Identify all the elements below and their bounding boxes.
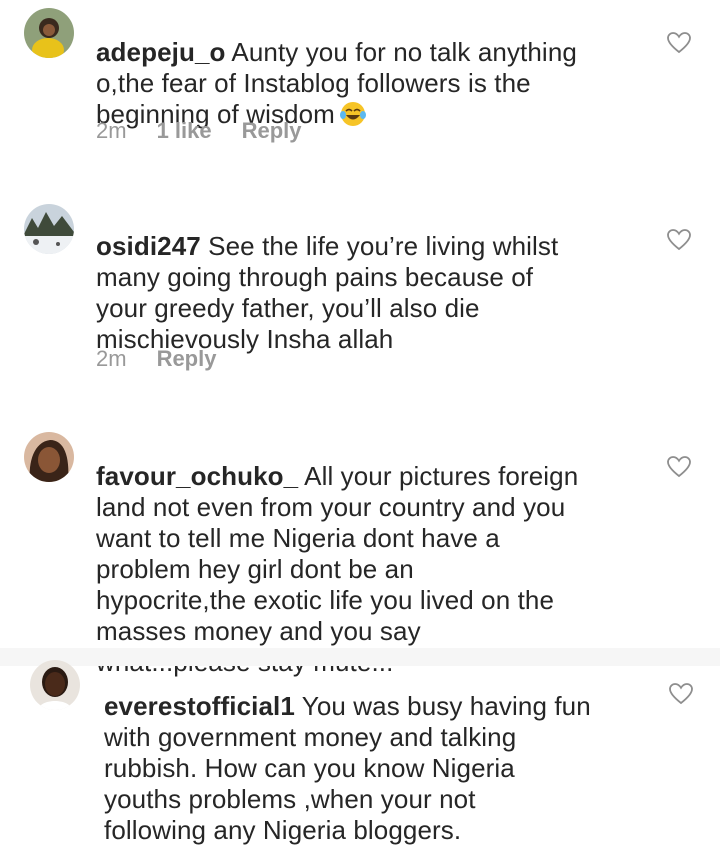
comment-item: osidi247 See the life you’re living whil…: [0, 200, 720, 390]
comment-meta: 2m Reply: [96, 346, 246, 372]
avatar[interactable]: [24, 432, 74, 482]
comment-username[interactable]: favour_ochuko_: [96, 461, 298, 491]
heart-outline-icon[interactable]: [666, 31, 692, 55]
comment-likes[interactable]: 1 like: [157, 118, 212, 143]
heart-outline-icon[interactable]: [666, 455, 692, 479]
heart-outline-icon[interactable]: [668, 682, 694, 706]
avatar[interactable]: [24, 8, 74, 58]
comment-time: 2m: [96, 118, 127, 143]
comment-item: favour_ochuko_ All your pictures foreign…: [0, 428, 720, 677]
comment-text: All your pictures foreign land not even …: [96, 461, 579, 677]
comment-body: osidi247 See the life you’re living whil…: [96, 200, 558, 355]
avatar[interactable]: [24, 204, 74, 254]
reply-button[interactable]: Reply: [242, 118, 302, 143]
comment-username[interactable]: osidi247: [96, 231, 201, 261]
reply-button[interactable]: Reply: [157, 346, 217, 371]
comment-body: everestofficial1 You was busy having fun…: [104, 660, 591, 846]
comment-item: everestofficial1 You was busy having fun…: [0, 658, 720, 845]
heart-outline-icon[interactable]: [666, 228, 692, 252]
comment-item: adepeju_o Aunty you for no talk anything…: [0, 0, 720, 160]
comment-meta: 2m 1 like Reply: [96, 118, 332, 144]
comment-username[interactable]: adepeju_o: [96, 37, 226, 67]
comment-body: favour_ochuko_ All your pictures foreign…: [96, 430, 578, 678]
comment-body: adepeju_o Aunty you for no talk anything…: [96, 6, 577, 130]
comment-time: 2m: [96, 346, 127, 371]
avatar[interactable]: [30, 660, 80, 710]
face-with-tears-of-joy-icon: [339, 102, 366, 126]
comment-username[interactable]: everestofficial1: [104, 691, 295, 721]
